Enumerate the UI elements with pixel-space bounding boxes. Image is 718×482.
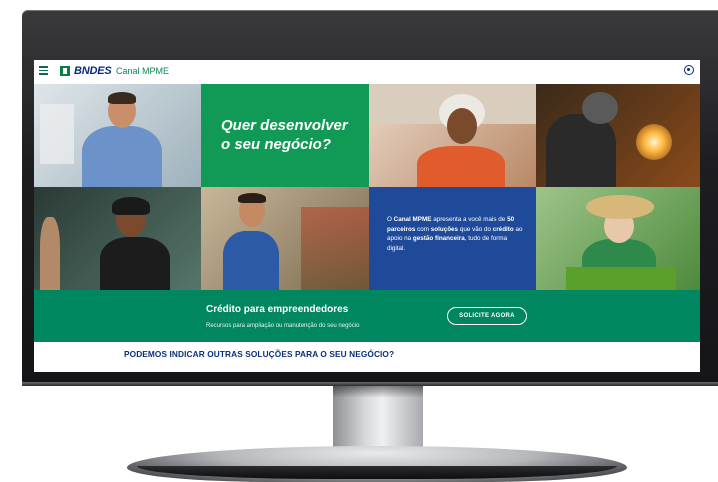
bndes-logo-mark-icon xyxy=(60,66,70,76)
credit-banner-subtitle: Recursos para ampliação ou manutenção do… xyxy=(206,323,360,329)
top-navigation-bar: BNDES Canal MPME xyxy=(34,60,700,84)
hero-image-grid: Quer desenvolver o seu negócio? O Canal … xyxy=(34,84,700,290)
monitor-stand-shadow xyxy=(333,386,423,398)
solutions-section-title: PODEMOS INDICAR OUTRAS SOLUÇÕES PARA O S… xyxy=(124,349,395,359)
info-text: O Canal MPME apresenta a você mais de 50… xyxy=(387,216,523,252)
photo-warehouse-worker xyxy=(201,187,369,290)
hero-headline-tile: Quer desenvolver o seu negócio? xyxy=(201,84,369,187)
brand-name: BNDES xyxy=(74,65,112,77)
user-account-icon[interactable] xyxy=(684,65,694,75)
solutions-section: PODEMOS INDICAR OUTRAS SOLUÇÕES PARA O S… xyxy=(34,342,700,372)
channel-name: Canal MPME xyxy=(116,66,170,76)
credit-banner: Crédito para empreendedores Recursos par… xyxy=(34,290,700,342)
credit-banner-title: Crédito para empreendedores xyxy=(206,304,349,315)
photo-welder xyxy=(536,84,700,187)
photo-farmer-woman xyxy=(536,187,700,290)
hamburger-menu-icon[interactable] xyxy=(39,66,48,75)
hero-title: Quer desenvolver o seu negócio? xyxy=(221,117,348,153)
photo-woman-with-glasses xyxy=(34,187,201,290)
bndes-logo[interactable]: BNDES xyxy=(60,64,112,78)
info-tile: O Canal MPME apresenta a você mais de 50… xyxy=(369,187,536,290)
photo-businessman xyxy=(34,84,201,187)
photo-senior-woman-shop xyxy=(369,84,536,187)
monitor-screen: BNDES Canal MPME Quer desenvolver o seu … xyxy=(34,60,700,372)
solicite-agora-button[interactable]: SOLICITE AGORA xyxy=(447,307,527,325)
